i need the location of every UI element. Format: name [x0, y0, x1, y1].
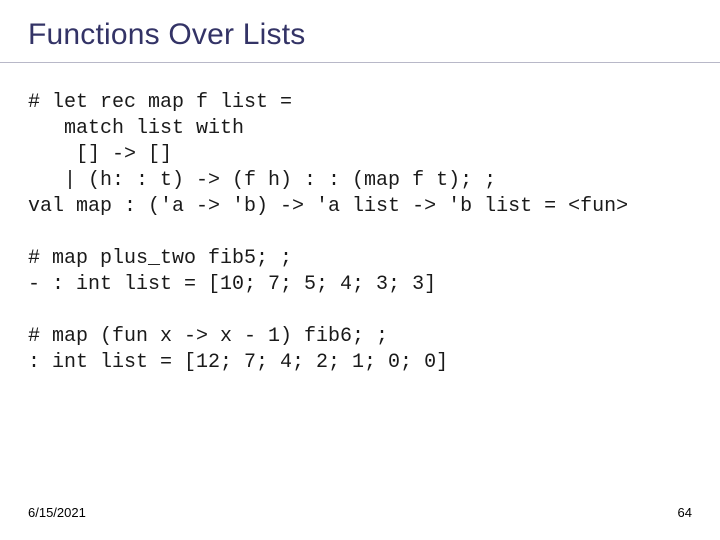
slide-title: Functions Over Lists — [28, 18, 305, 52]
slide: Functions Over Lists # let rec map f lis… — [0, 0, 720, 540]
footer-page-number: 64 — [678, 505, 692, 520]
title-underline — [0, 62, 720, 63]
footer-date: 6/15/2021 — [28, 505, 86, 520]
code-block: # let rec map f list = match list with [… — [28, 90, 700, 376]
